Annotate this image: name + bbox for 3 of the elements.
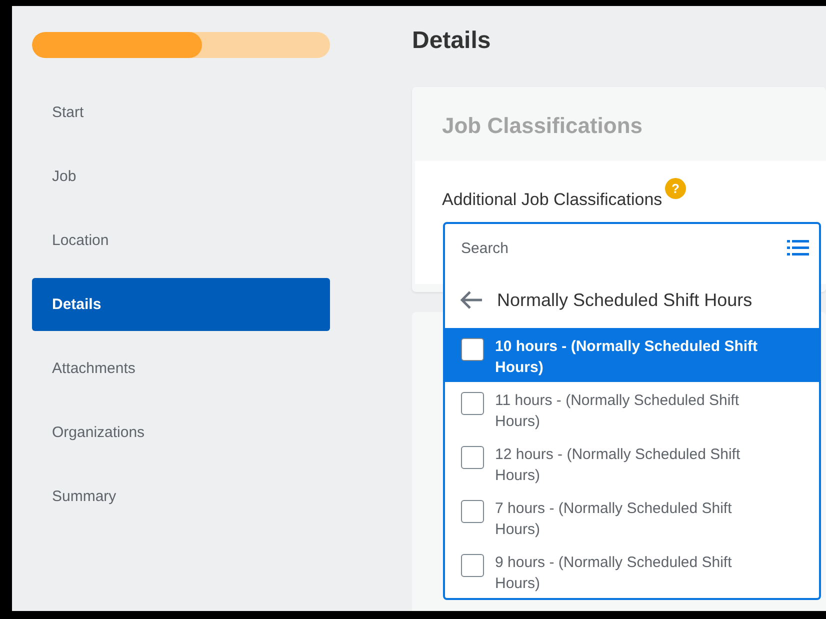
page-title: Details [412,26,491,56]
category-title: Normally Scheduled Shift Hours [497,290,752,310]
section-title: Job Classifications [442,113,643,139]
